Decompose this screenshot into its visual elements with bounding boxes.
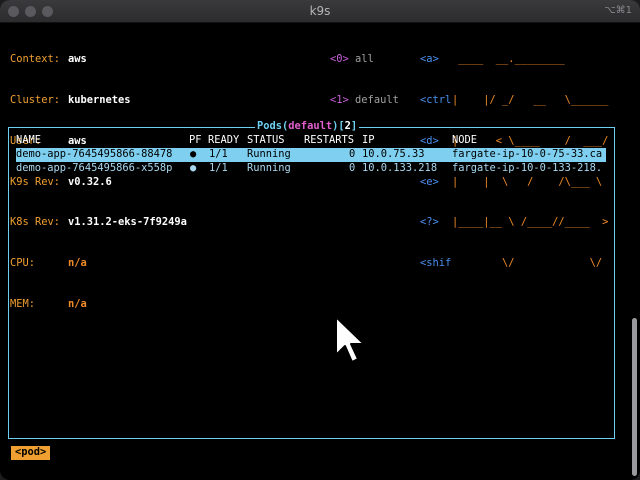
- namespace-key: <1>: [330, 93, 349, 106]
- column-header-status[interactable]: STATUS: [247, 134, 285, 148]
- window-shortcut: ⌥⌘1: [604, 5, 632, 16]
- pod-ready: 1/1: [209, 162, 228, 174]
- column-header-restarts[interactable]: RESTARTS: [304, 134, 354, 148]
- cluster-label: Cluster:: [10, 93, 61, 106]
- context-label: Context:: [10, 53, 61, 66]
- logo-line: ____ __.________: [452, 53, 565, 66]
- breadcrumb-pod[interactable]: <pod>: [11, 446, 51, 460]
- pod-restarts: 0: [349, 162, 356, 174]
- namespace-all[interactable]: <0> all: [330, 53, 399, 67]
- scrollbar[interactable]: [632, 318, 637, 476]
- pod-ready: 1/1: [209, 148, 228, 160]
- column-header-pf[interactable]: PF: [189, 134, 202, 148]
- window-title: k9s: [309, 4, 331, 18]
- cluster-value: kubernetes: [68, 93, 131, 106]
- pod-status: Running: [247, 148, 291, 160]
- pod-node: fargate-ip-10-0-133-218.: [452, 162, 603, 174]
- pod-ip: 10.0.133.218: [362, 162, 438, 174]
- column-header-ready[interactable]: READY: [208, 134, 239, 148]
- namespace-shortcuts: <0> all <1> default: [330, 26, 399, 135]
- pod-node: fargate-ip-10-0-75-33.ca: [452, 148, 603, 160]
- pod-restarts: 0: [349, 148, 356, 160]
- column-header-node[interactable]: NODE: [452, 134, 477, 148]
- logo-line: | |/ _/ __ \______: [452, 93, 609, 106]
- pod-name: demo-app-7645495866-x558p: [16, 162, 173, 174]
- column-header-name[interactable]: NAME: [16, 134, 41, 148]
- resource-name: Pods: [257, 120, 283, 132]
- table-row-selected[interactable]: demo-app-7645495866-88478 ● 1/1 Running …: [16, 148, 606, 162]
- namespace-key: <0>: [330, 53, 349, 66]
- column-header-ip[interactable]: IP: [362, 134, 375, 148]
- mouse-pointer-icon: [335, 316, 365, 363]
- table-row[interactable]: demo-app-7645495866-x558p ● 1/1 Running …: [16, 162, 606, 176]
- namespace-name: default: [355, 93, 399, 106]
- pod-status: Running: [247, 162, 291, 174]
- info-row-context: Context: aws: [10, 53, 187, 67]
- namespace-name: all: [355, 53, 374, 66]
- port-forward-indicator: ●: [190, 162, 197, 174]
- terminal-window: k9s ⌥⌘1 Context: aws Cluster: kubernetes U…: [0, 0, 640, 480]
- hotkey[interactable]: <ctrl: [420, 94, 451, 108]
- pod-name: demo-app-7645495866-88478: [16, 148, 173, 160]
- pods-table-title: Pods(default)[2]: [255, 120, 360, 134]
- hotkey[interactable]: <a>: [420, 53, 451, 67]
- info-row-cluster: Cluster: kubernetes: [10, 94, 187, 108]
- title-bar: k9s ⌥⌘1: [0, 0, 640, 23]
- namespace-default[interactable]: <1> default: [330, 94, 399, 108]
- table-namespace: default: [288, 120, 333, 132]
- context-value: aws: [68, 53, 87, 66]
- pod-ip: 10.0.75.33: [362, 148, 425, 160]
- port-forward-indicator: ●: [190, 148, 197, 160]
